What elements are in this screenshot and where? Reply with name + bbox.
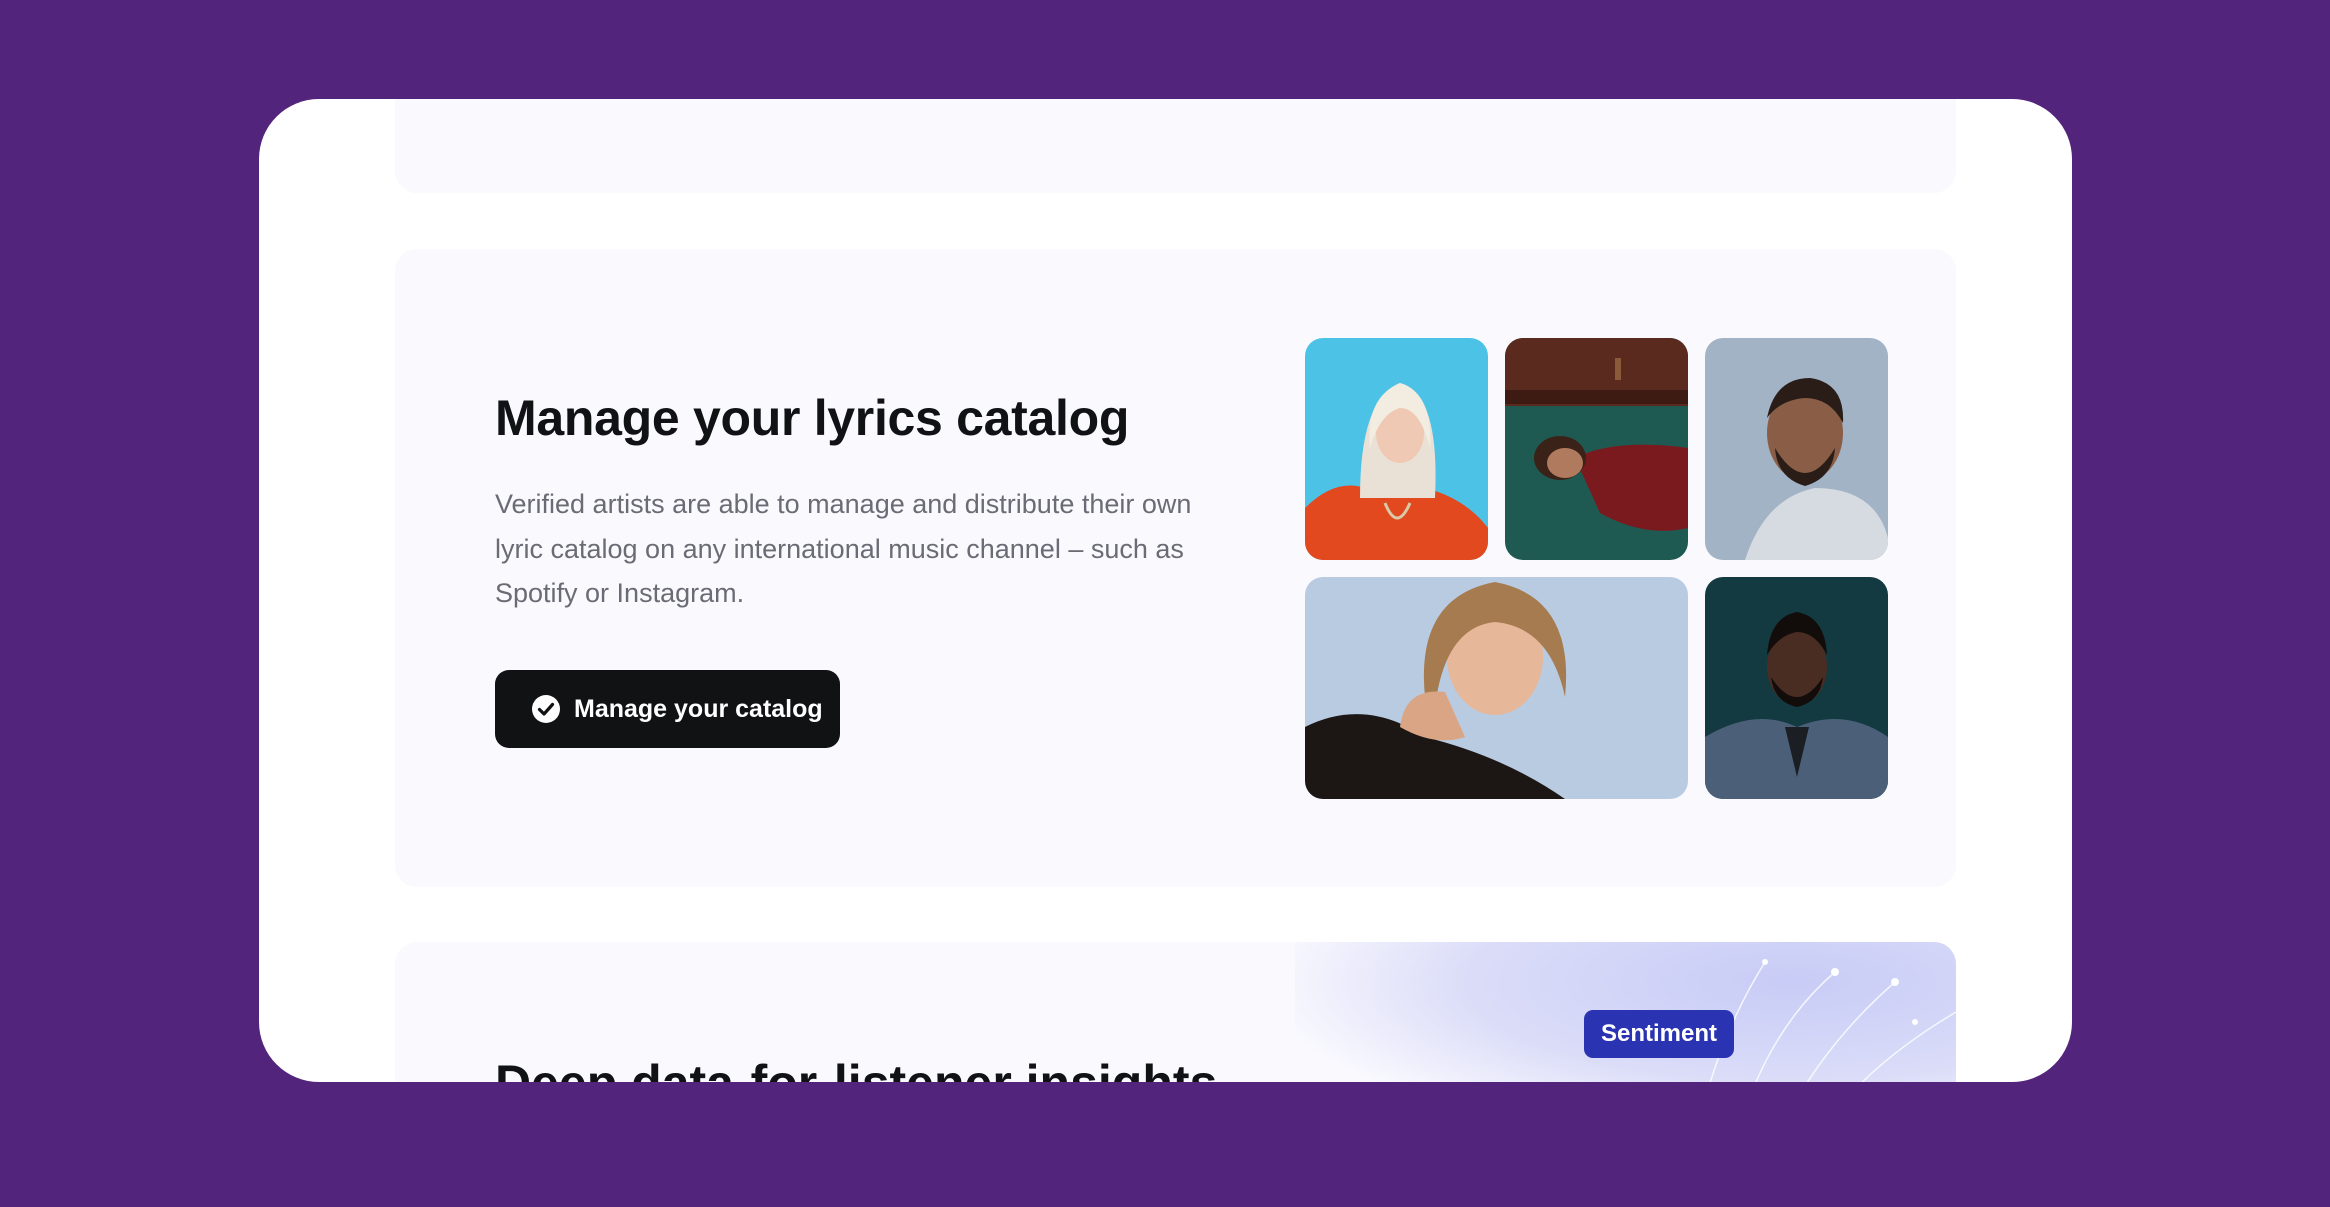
sentiment-section: Sentiment Deep data-for-listener insight… [395, 942, 1956, 1082]
check-circle-icon [531, 694, 561, 724]
previous-section-card [395, 99, 1956, 193]
page-frame: Manage your lyrics catalog Verified arti… [259, 99, 2072, 1082]
manage-catalog-label: Manage your catalog [574, 694, 823, 723]
next-section-title: Deep data-for-listener insights [495, 1054, 1217, 1082]
artist-photo-4 [1305, 577, 1688, 799]
artist-photo-2 [1505, 338, 1688, 560]
section-title: Manage your lyrics catalog [495, 390, 1130, 446]
artist-photo-3 [1705, 338, 1888, 560]
artist-photo-1 [1305, 338, 1488, 560]
section-description: Verified artists are able to manage and … [495, 489, 1192, 608]
manage-catalog-button[interactable]: Manage your catalog [495, 670, 840, 748]
sentiment-badge: Sentiment [1584, 1010, 1735, 1058]
artist-photo-5 [1705, 577, 1888, 799]
lyrics-catalog-section: Manage your lyrics catalog Verified arti… [395, 249, 1956, 887]
